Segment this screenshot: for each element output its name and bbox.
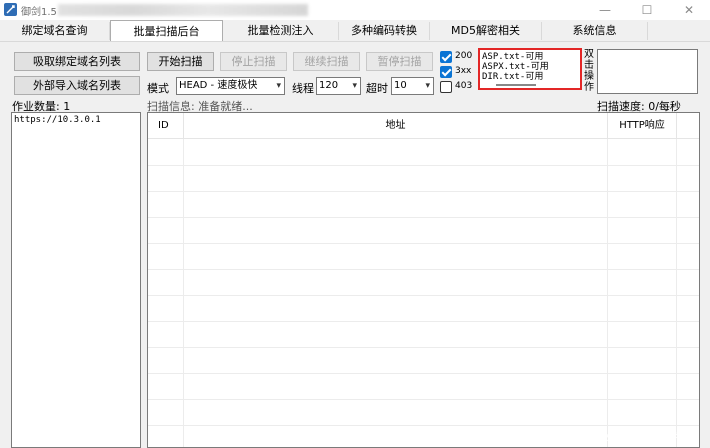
- maximize-button[interactable]: ☐: [626, 0, 668, 20]
- pause-scan-button[interactable]: 暂停扫描: [366, 52, 433, 71]
- side-panel-box[interactable]: [597, 49, 698, 94]
- column-divider: [183, 139, 184, 447]
- timeout-label: 超时: [366, 82, 388, 95]
- continue-scan-button[interactable]: 继续扫描: [293, 52, 360, 71]
- double-click-label: 双击操作: [584, 49, 594, 93]
- column-header-filler: [677, 113, 699, 139]
- table-row: [148, 243, 699, 244]
- table-row: [148, 269, 699, 270]
- status-3xx-checkbox[interactable]: [440, 66, 452, 78]
- title-bar: 御剑1.5 — ☐ ✕: [0, 0, 710, 20]
- watermark: CSDN @黑客老许: [599, 433, 681, 444]
- column-header-address[interactable]: 地址: [184, 113, 608, 139]
- dictionary-list[interactable]: ASP.txt-可用 ASPX.txt-可用 DIR.txt-可用: [478, 48, 582, 90]
- dictionary-item[interactable]: ASP.txt-可用: [482, 52, 568, 62]
- status-403-checkbox[interactable]: [440, 81, 452, 93]
- import-external-domains-button[interactable]: 外部导入域名列表: [14, 76, 140, 95]
- chevron-down-icon: ▾: [352, 81, 357, 91]
- status-403-label: 403: [455, 81, 473, 91]
- domain-list-item[interactable]: https://10.3.0.1: [14, 115, 101, 125]
- start-scan-button[interactable]: 开始扫描: [147, 52, 214, 71]
- mode-select[interactable]: HEAD - 速度极快 ▾: [176, 77, 285, 95]
- mode-label: 模式: [147, 82, 169, 95]
- chevron-down-icon: ▾: [425, 81, 430, 91]
- dictionary-scrollbar[interactable]: [496, 84, 536, 86]
- table-row: [148, 399, 699, 400]
- table-row: [148, 217, 699, 218]
- table-row: [148, 347, 699, 348]
- threads-select[interactable]: 120 ▾: [316, 77, 361, 95]
- threads-label: 线程: [292, 82, 314, 95]
- import-bound-domains-button[interactable]: 吸取绑定域名列表: [14, 52, 140, 71]
- column-header-http-status[interactable]: HTTP响应: [608, 113, 677, 139]
- chevron-down-icon: ▾: [276, 81, 281, 91]
- dictionary-item[interactable]: ASPX.txt-可用: [482, 62, 568, 72]
- tab-batch-injection-check[interactable]: 批量检测注入: [223, 22, 339, 40]
- table-row: [148, 425, 699, 426]
- tab-system-info[interactable]: 系统信息: [542, 22, 648, 40]
- result-table[interactable]: ID 地址 HTTP响应: [147, 112, 700, 448]
- status-200-label: 200: [455, 51, 473, 61]
- table-row: [148, 295, 699, 296]
- threads-select-value: 120: [319, 80, 339, 91]
- column-divider: [676, 139, 677, 447]
- column-divider: [607, 139, 608, 447]
- tab-bound-domain-query[interactable]: 绑定域名查询: [0, 22, 110, 40]
- dictionary-item[interactable]: DIR.txt-可用: [482, 72, 568, 82]
- table-row: [148, 191, 699, 192]
- tab-batch-scan-admin[interactable]: 批量扫描后台: [110, 20, 223, 41]
- domain-list[interactable]: https://10.3.0.1: [11, 112, 141, 448]
- mode-select-value: HEAD - 速度极快: [179, 80, 258, 91]
- tab-encoding-convert[interactable]: 多种编码转换: [339, 22, 430, 40]
- tab-md5-decrypt[interactable]: MD5解密相关: [430, 22, 542, 40]
- status-200-checkbox[interactable]: [440, 51, 452, 63]
- close-button[interactable]: ✕: [668, 0, 710, 20]
- table-row: [148, 165, 699, 166]
- blurred-title-region: [58, 4, 308, 16]
- stop-scan-button[interactable]: 停止扫描: [220, 52, 287, 71]
- column-header-id[interactable]: ID: [148, 113, 184, 139]
- minimize-button[interactable]: —: [584, 0, 626, 20]
- dictionary-list-viewport: ASP.txt-可用 ASPX.txt-可用 DIR.txt-可用: [482, 52, 568, 88]
- timeout-select[interactable]: 10 ▾: [391, 77, 434, 95]
- status-3xx-label: 3xx: [455, 66, 472, 76]
- table-row: [148, 321, 699, 322]
- timeout-select-value: 10: [394, 80, 407, 91]
- window-title: 御剑1.5: [21, 7, 57, 18]
- table-row: [148, 373, 699, 374]
- app-sword-icon: [4, 3, 17, 16]
